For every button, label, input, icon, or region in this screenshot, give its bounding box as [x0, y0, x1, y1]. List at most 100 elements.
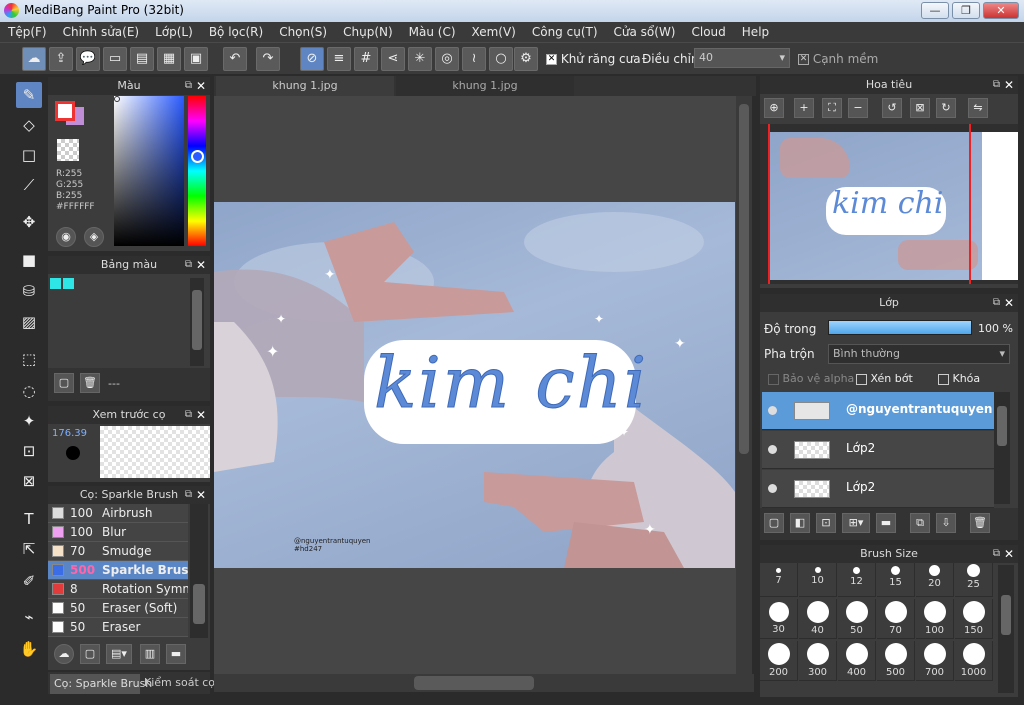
menu-layer[interactable]: Lớp(L) [147, 25, 201, 39]
layer-scrollbar[interactable] [994, 392, 1010, 504]
fit-icon[interactable]: ⛶ [822, 98, 842, 118]
maximize-button[interactable]: ❐ [952, 2, 980, 19]
transparent-color-swatch[interactable] [57, 139, 79, 161]
new-halftone-layer-icon[interactable]: ⊡ [816, 513, 836, 533]
brush-size-option[interactable]: 7 [760, 563, 798, 597]
clipping-option[interactable]: Xén bớt [856, 372, 913, 385]
fill-rect-tool-icon[interactable]: ■ [16, 247, 42, 273]
brush-item[interactable]: 50 Eraser [48, 618, 188, 637]
brush-size-option[interactable]: 1000 [955, 641, 993, 681]
close-button[interactable]: ✕ [983, 2, 1019, 19]
menu-file[interactable]: Tệp(F) [0, 25, 55, 39]
zoom-in-icon[interactable]: + [794, 98, 814, 118]
rectangle-tool-icon[interactable]: □ [16, 142, 42, 168]
share-icon[interactable]: ⇪ [49, 47, 73, 71]
divide-tool-icon[interactable]: ✐ [16, 568, 42, 594]
flip-icon[interactable]: ⇋ [968, 98, 988, 118]
menu-help[interactable]: Help [734, 25, 777, 39]
select-rect-icon[interactable]: ⬚ [16, 346, 42, 372]
brush-item-selected[interactable]: 500 Sparkle Brush [48, 561, 188, 580]
layer-item[interactable]: Lớp2 [762, 431, 994, 469]
select-pen-icon[interactable]: ⊡ [16, 438, 42, 464]
brush-size-scrollbar[interactable] [998, 565, 1014, 693]
zoom-out-icon[interactable]: − [848, 98, 868, 118]
layout-icon[interactable]: ▣ [184, 47, 208, 71]
navigator-view[interactable]: kim chi [760, 124, 1018, 284]
new-palette-icon[interactable]: ▢ [54, 373, 74, 393]
menu-cloud[interactable]: Cloud [684, 25, 734, 39]
concentric-snap-icon[interactable]: ◎ [435, 47, 459, 71]
brush-list-scrollbar[interactable] [190, 504, 208, 638]
menu-edit[interactable]: Chỉnh sửa(E) [55, 25, 148, 39]
magic-wand-icon[interactable]: ✦ [16, 408, 42, 434]
page-icon[interactable]: ▤ [130, 47, 154, 71]
brush-size-option[interactable]: 40 [799, 599, 837, 639]
eraser-tool-icon[interactable]: ◇ [16, 112, 42, 138]
saturation-value-square[interactable] [114, 96, 184, 246]
text-tool-icon[interactable]: T [16, 506, 42, 532]
menu-window[interactable]: Cửa sổ(W) [606, 25, 684, 39]
tab-document-2[interactable]: khung 1.jpg [396, 76, 574, 96]
eye-icon[interactable] [768, 445, 777, 454]
brush-item[interactable]: 8 Rotation Symmetry [48, 580, 188, 599]
brush-item[interactable]: 100 Blur [48, 523, 188, 542]
brush-menu-icon[interactable]: ▤▾ [106, 644, 132, 664]
grid-snap-icon[interactable]: # [354, 47, 378, 71]
undock-icon[interactable]: ⧉ [185, 486, 192, 504]
operation-tool-icon[interactable]: ⇱ [16, 536, 42, 562]
brush-item[interactable]: 100 Airbrush [48, 504, 188, 523]
opacity-slider[interactable] [828, 320, 972, 335]
gradient-tool-icon[interactable]: ▨ [16, 309, 42, 335]
new-layer-icon[interactable]: ▢ [764, 513, 784, 533]
close-icon[interactable]: ✕ [196, 486, 206, 504]
palette-wheel-icon[interactable]: ◉ [56, 227, 76, 247]
brush-size-option[interactable]: 700 [916, 641, 954, 681]
navigator-viewport-frame[interactable] [768, 124, 971, 284]
sv-cursor[interactable] [114, 96, 120, 102]
hue-handle[interactable] [191, 150, 204, 163]
parallel-snap-icon[interactable]: ≡ [327, 47, 351, 71]
reset-view-icon[interactable]: ⊠ [910, 98, 930, 118]
eye-icon[interactable] [768, 484, 777, 493]
brush-size-option[interactable]: 20 [916, 563, 954, 597]
blend-mode-select[interactable]: Bình thường ▾ [828, 344, 1010, 364]
brush-item[interactable]: 50 Eraser (Soft) [48, 599, 188, 618]
brush-size-option[interactable]: 150 [955, 599, 993, 639]
panel-icon[interactable]: ▦ [157, 47, 181, 71]
close-icon[interactable]: ✕ [196, 256, 206, 274]
rotate-right-icon[interactable]: ↻ [936, 98, 956, 118]
soft-edge-checkbox[interactable]: ✕ [798, 54, 809, 65]
redo-icon[interactable]: ↷ [256, 47, 280, 71]
menu-tools[interactable]: Công cụ(T) [524, 25, 606, 39]
brush-size-option[interactable]: 12 [838, 563, 876, 597]
brush-size-option[interactable]: 100 [916, 599, 954, 639]
rotate-left-icon[interactable]: ↺ [882, 98, 902, 118]
menu-color[interactable]: Màu (C) [401, 25, 464, 39]
color-set-icon[interactable]: ◈ [84, 227, 104, 247]
speech-icon[interactable]: ▭ [103, 47, 127, 71]
cloud-brush-icon[interactable]: ☁ [54, 644, 74, 664]
undock-icon[interactable]: ⧉ [185, 256, 192, 274]
brush-size-option[interactable]: 10 [799, 563, 837, 597]
curve-snap-icon[interactable]: ≀ [462, 47, 486, 71]
trash-icon[interactable]: 🗑 [80, 373, 100, 393]
close-icon[interactable]: ✕ [1004, 545, 1014, 563]
dot-tool-icon[interactable]: ⟋ [16, 172, 42, 198]
canvas-image[interactable]: kim chi @nguyentrantuquyen #hd247 ✦ ✦ ✦ ✦… [214, 202, 735, 568]
canvas-vertical-scrollbar[interactable] [736, 96, 752, 674]
delete-layer-trash-icon[interactable]: 🗑 [970, 513, 990, 533]
select-eraser-icon[interactable]: ⊠ [16, 468, 42, 494]
brush-size-option[interactable]: 400 [838, 641, 876, 681]
perspective-snap-icon[interactable]: ⋖ [381, 47, 405, 71]
undock-icon[interactable]: ⧉ [185, 77, 192, 95]
radial-snap-icon[interactable]: ✳ [408, 47, 432, 71]
comment-icon[interactable]: 💬 [76, 47, 100, 71]
circle-snap-icon[interactable]: ○ [489, 47, 513, 71]
close-icon[interactable]: ✕ [1004, 294, 1014, 312]
duplicate-layer-icon[interactable]: ⧉ [910, 513, 930, 533]
eyedropper-icon[interactable]: ⌁ [16, 604, 42, 630]
brush-size-option[interactable]: 70 [877, 599, 915, 639]
snap-off-icon[interactable]: ⊘ [300, 47, 324, 71]
layer-folder-icon[interactable]: ▬ [876, 513, 896, 533]
zoom-icon[interactable]: ⊕ [764, 98, 784, 118]
